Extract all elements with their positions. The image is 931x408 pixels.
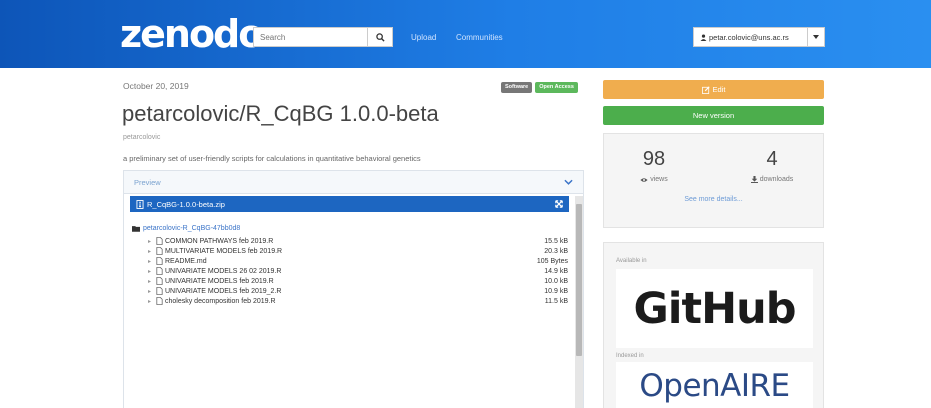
tree-bullet: ▸	[148, 298, 152, 305]
search-icon	[375, 32, 385, 42]
availability-panel: Available in GitHub Indexed in OpenAIRE	[603, 242, 824, 408]
publication-date: October 20, 2019	[123, 81, 189, 91]
downloads-count: 4	[766, 148, 778, 170]
file-size: 11.5 kB	[544, 297, 568, 305]
nav-upload-link[interactable]: Upload	[411, 33, 436, 42]
file-row: ▸ UNIVARIATE MODELS 26 02 2019.R 14.9 kB	[148, 266, 568, 276]
new-version-button[interactable]: New version	[603, 106, 824, 125]
file-row: ▸ UNIVARIATE MODELS feb 2019_2.R 10.9 kB	[148, 286, 568, 296]
file-name: UNIVARIATE MODELS feb 2019.R	[165, 277, 274, 285]
github-link[interactable]: GitHub	[616, 269, 813, 348]
record-creator[interactable]: petarcolovic	[123, 134, 160, 141]
user-icon	[700, 33, 707, 41]
edit-button[interactable]: Edit	[603, 80, 824, 99]
openaire-link[interactable]: OpenAIRE	[616, 362, 813, 408]
preview-panel: Preview R_CqBG-1.0.0-beta.zip petarcolov…	[123, 170, 584, 408]
folder-icon	[132, 226, 140, 232]
zip-file-bar: R_CqBG-1.0.0-beta.zip	[130, 196, 569, 212]
file-name: MULTIVARIATE MODELS feb 2019.R	[165, 247, 283, 255]
search-bar	[253, 27, 393, 47]
record-description: a preliminary set of user-friendly scrip…	[123, 154, 421, 163]
file-icon	[156, 257, 163, 265]
file-list: ▸ COMMON PATHWAYS feb 2019.R 15.5 kB ▸ M…	[148, 236, 568, 306]
caret-down-icon	[813, 35, 819, 39]
tree-bullet: ▸	[148, 258, 152, 265]
file-icon	[156, 287, 163, 295]
chevron-down-icon[interactable]	[564, 179, 573, 185]
indexed-in-label: Indexed in	[616, 353, 644, 359]
expand-icon[interactable]	[555, 200, 563, 208]
tree-bullet: ▸	[148, 248, 152, 255]
zip-file-name: R_CqBG-1.0.0-beta.zip	[147, 199, 225, 209]
top-navbar: zenodo Upload Communities petar.colovic@…	[0, 0, 931, 68]
file-icon	[156, 237, 163, 245]
stats-panel: 98 views 4 downloads See more details...	[603, 133, 824, 228]
file-size: 105 Bytes	[536, 257, 568, 265]
github-logo: GitHub	[633, 283, 797, 334]
download-icon	[750, 176, 758, 183]
file-name: README.md	[165, 257, 207, 265]
views-stat: 98 views	[614, 148, 694, 183]
file-name: COMMON PATHWAYS feb 2019.R	[165, 237, 274, 245]
file-row: ▸ UNIVARIATE MODELS feb 2019.R 10.0 kB	[148, 276, 568, 286]
tree-bullet: ▸	[148, 278, 152, 285]
preview-header[interactable]: Preview	[124, 171, 583, 194]
views-label: views	[650, 176, 668, 183]
available-in-label: Available in	[616, 258, 647, 264]
file-archive-icon	[136, 199, 144, 209]
file-size: 10.9 kB	[544, 287, 568, 295]
user-menu-caret[interactable]	[808, 28, 824, 46]
file-name: cholesky decomposition feb 2019.R	[165, 297, 276, 305]
see-more-details-link[interactable]: See more details...	[604, 196, 823, 203]
file-row: ▸ cholesky decomposition feb 2019.R 11.5…	[148, 296, 568, 306]
new-version-label: New version	[692, 111, 735, 120]
preview-body: R_CqBG-1.0.0-beta.zip petarcolovic-R_CqB…	[124, 194, 583, 408]
folder-item[interactable]: petarcolovic-R_CqBG-47bb0d8	[132, 225, 240, 232]
user-menu-button[interactable]: petar.colovic@uns.ac.rs	[694, 28, 808, 46]
file-size: 20.3 kB	[544, 247, 568, 255]
file-row: ▸ README.md 105 Bytes	[148, 256, 568, 266]
edit-icon	[701, 85, 710, 94]
file-size: 15.5 kB	[544, 237, 568, 245]
folder-name: petarcolovic-R_CqBG-47bb0d8	[143, 225, 241, 232]
tree-bullet: ▸	[148, 288, 152, 295]
scrollbar-thumb[interactable]	[576, 204, 582, 356]
edit-button-label: Edit	[712, 85, 726, 94]
preview-scrollbar[interactable]	[575, 196, 583, 408]
eye-icon	[640, 177, 648, 182]
record-title: petarcolovic/R_CqBG 1.0.0-beta	[122, 101, 439, 126]
search-button[interactable]	[367, 27, 393, 47]
software-badge: Software	[501, 82, 533, 93]
openaire-logo: OpenAIRE	[639, 367, 790, 404]
user-menu-dropdown[interactable]: petar.colovic@uns.ac.rs	[693, 27, 825, 47]
file-icon	[156, 277, 163, 285]
file-icon	[156, 267, 163, 275]
nav-communities-link[interactable]: Communities	[456, 33, 503, 42]
file-name: UNIVARIATE MODELS feb 2019_2.R	[165, 287, 282, 295]
tree-bullet: ▸	[148, 238, 152, 245]
file-icon	[156, 247, 163, 255]
downloads-stat: 4 downloads	[732, 148, 812, 183]
file-size: 10.0 kB	[544, 277, 568, 285]
views-count: 98	[642, 148, 666, 170]
user-email: petar.colovic@uns.ac.rs	[709, 32, 789, 42]
open-access-badge: Open Access	[535, 82, 578, 93]
file-name: UNIVARIATE MODELS 26 02 2019.R	[165, 267, 282, 275]
file-size: 14.9 kB	[544, 267, 568, 275]
file-icon	[156, 297, 163, 305]
record-badges: Software Open Access	[501, 82, 578, 93]
search-input[interactable]	[253, 27, 367, 47]
zenodo-logo[interactable]: zenodo	[120, 14, 264, 54]
file-row: ▸ COMMON PATHWAYS feb 2019.R 15.5 kB	[148, 236, 568, 246]
downloads-label: downloads	[759, 176, 794, 183]
tree-bullet: ▸	[148, 268, 152, 275]
file-row: ▸ MULTIVARIATE MODELS feb 2019.R 20.3 kB	[148, 246, 568, 256]
preview-label: Preview	[134, 177, 161, 187]
